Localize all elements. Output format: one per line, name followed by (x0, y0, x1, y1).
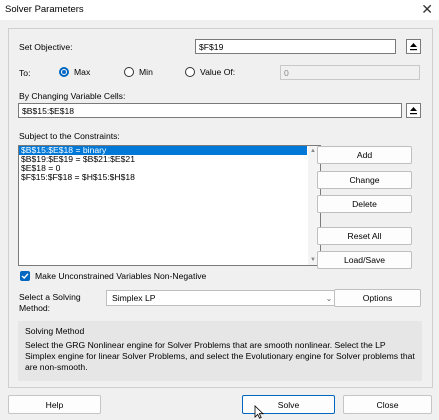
constraints-label: Subject to the Constraints: (19, 131, 120, 141)
solving-method-info-text: Select the GRG Nonlinear engine for Solv… (25, 340, 415, 372)
close-button[interactable]: Close (343, 395, 432, 414)
collapse-arrow-icon (410, 43, 417, 51)
radio-min-indicator (124, 67, 134, 77)
solving-method-info-title: Solving Method (25, 326, 85, 336)
scroll-up-icon[interactable]: ▲ (310, 148, 316, 154)
mouse-cursor-icon (254, 405, 264, 419)
objective-label: Set Objective: (19, 42, 73, 52)
changing-cells-label: By Changing Variable Cells: (19, 91, 126, 101)
nonneg-checkbox[interactable] (20, 271, 30, 281)
solving-method-select[interactable]: Simplex LP ⌄ (106, 290, 337, 306)
solver-panel: Set Objective: $F$19 To: Max Min Value O… (8, 28, 433, 388)
scroll-down-icon[interactable]: ▼ (310, 257, 316, 263)
close-icon[interactable]: ✕ (421, 1, 433, 17)
constraints-list[interactable]: $B$15:$E$18 = binary $B$19:$E$19 = $B$21… (18, 145, 321, 266)
objective-input[interactable]: $F$19 (195, 39, 396, 54)
value-of-input[interactable]: 0 (280, 65, 420, 80)
changing-cells-input[interactable]: $B$15:$E$18 (18, 103, 402, 118)
delete-button[interactable]: Delete (317, 195, 412, 213)
constraint-item[interactable]: $B$19:$E$19 = $B$21:$E$21 (19, 155, 307, 164)
solving-method-label-line1: Select a Solving (19, 292, 81, 302)
radio-value-of-label: Value Of: (200, 67, 236, 77)
reset-all-button[interactable]: Reset All (317, 227, 412, 245)
radio-min-label: Min (139, 67, 153, 77)
change-button[interactable]: Change (317, 171, 412, 189)
solving-method-info: Solving Method Select the GRG Nonlinear … (18, 321, 422, 381)
options-button[interactable]: Options (334, 289, 421, 307)
radio-max[interactable]: Max (59, 67, 90, 77)
radio-max-label: Max (74, 67, 91, 77)
solving-method-label-line2: Method: (19, 303, 51, 313)
load-save-button[interactable]: Load/Save (317, 251, 412, 269)
radio-min[interactable]: Min (124, 67, 153, 77)
to-label: To: (19, 68, 31, 78)
changing-cells-range-picker[interactable] (406, 103, 421, 118)
constraint-item[interactable]: $F$15:$F$18 = $H$15:$H$18 (19, 173, 307, 182)
collapse-arrow-icon (410, 107, 417, 115)
radio-value-of[interactable]: Value Of: (185, 67, 235, 77)
check-icon (21, 273, 29, 279)
window-title: Solver Parameters (5, 4, 84, 15)
title-bar: Solver Parameters ✕ (0, 0, 439, 20)
nonneg-label: Make Unconstrained Variables Non-Negativ… (35, 271, 207, 281)
objective-range-picker[interactable] (406, 39, 421, 54)
radio-value-of-indicator (185, 67, 195, 77)
solving-method-value: Simplex LP (112, 293, 156, 303)
help-button[interactable]: Help (8, 395, 101, 414)
radio-max-indicator (59, 67, 69, 77)
add-button[interactable]: Add (317, 146, 412, 164)
